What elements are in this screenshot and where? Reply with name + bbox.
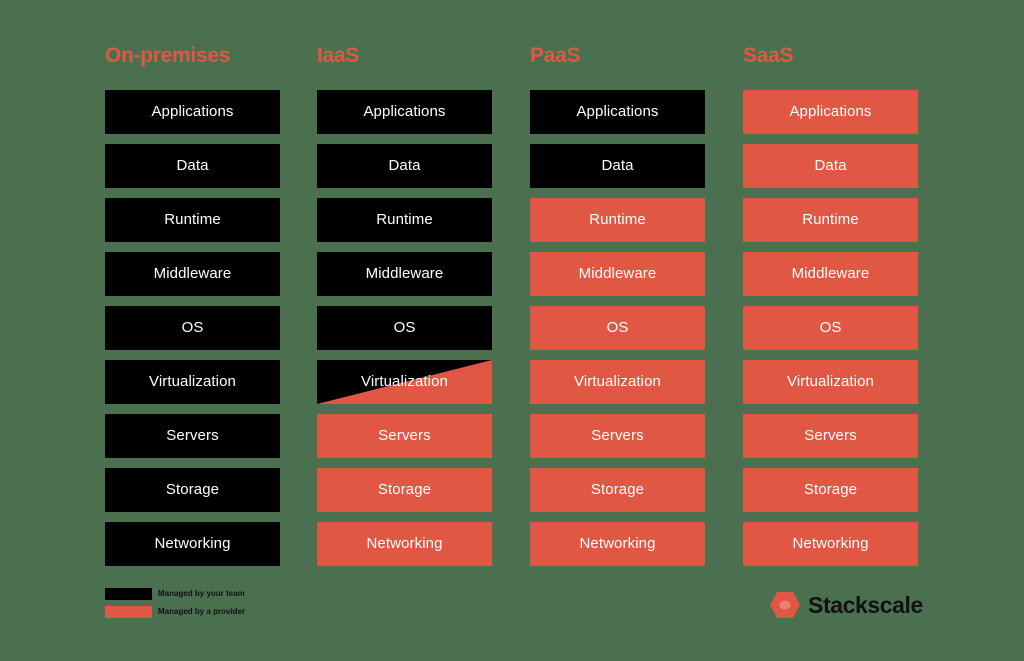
layer-label: Applications [789, 103, 872, 120]
layer-label: OS [181, 319, 204, 336]
layer-on-premises-virtualization: Virtualization [105, 360, 280, 404]
layer-label: Middleware [153, 265, 232, 282]
layer-stack-iaas: Applications Data Runtime Middleware OS Virtu… [317, 90, 492, 566]
layer-paas-data: Data [530, 144, 705, 188]
layer-label: Runtime [376, 211, 433, 228]
column-saas: SaaS Applications Data Runtime Middleware OS… [743, 44, 918, 566]
layer-iaas-runtime: Runtime [317, 198, 492, 242]
layer-label: Servers [591, 427, 644, 444]
layer-on-premises-os: OS [105, 306, 280, 350]
layer-label: Runtime [802, 211, 859, 228]
layer-paas-middleware: Middleware [530, 252, 705, 296]
layer-paas-runtime: Runtime [530, 198, 705, 242]
layer-label: Servers [378, 427, 431, 444]
layer-label: Runtime [589, 211, 646, 228]
layer-label: Applications [576, 103, 659, 120]
layer-iaas-servers: Servers [317, 414, 492, 458]
layer-saas-servers: Servers [743, 414, 918, 458]
legend-swatch-team [105, 587, 152, 600]
layer-on-premises-servers: Servers [105, 414, 280, 458]
layer-label: Servers [166, 427, 219, 444]
layer-label: Storage [377, 481, 432, 498]
layer-saas-networking: Networking [743, 522, 918, 566]
layer-label: OS [819, 319, 842, 336]
legend-swatch-provider [105, 605, 152, 618]
layer-saas-virtualization: Virtualization [743, 360, 918, 404]
layer-label: Virtualization [148, 373, 236, 390]
layer-iaas-virtualization: Virtualization [317, 360, 492, 404]
responsibility-diagram: On-premises Applications Data Runtime Middl… [0, 0, 1024, 661]
layer-label: Virtualization [786, 373, 874, 390]
stackscale-hexagon-icon [770, 592, 800, 618]
layer-label: Networking [154, 535, 231, 552]
layer-label: Storage [590, 481, 645, 498]
layer-label: Virtualization [573, 373, 661, 390]
layer-on-premises-middleware: Middleware [105, 252, 280, 296]
layer-iaas-storage: Storage [317, 468, 492, 512]
layer-saas-storage: Storage [743, 468, 918, 512]
layer-saas-middleware: Middleware [743, 252, 918, 296]
layer-paas-storage: Storage [530, 468, 705, 512]
layer-label: Storage [165, 481, 220, 498]
layer-label: Middleware [578, 265, 657, 282]
legend-item-team: Managed by your team [105, 587, 245, 600]
layer-label: Runtime [164, 211, 221, 228]
layer-label: Networking [366, 535, 443, 552]
layer-on-premises-storage: Storage [105, 468, 280, 512]
column-iaas: IaaS Applications Data Runtime Middleware OS… [317, 44, 492, 566]
layer-on-premises-networking: Networking [105, 522, 280, 566]
legend-label: Managed by your team [158, 588, 245, 598]
layer-stack-on-premises: Applications Data Runtime Middleware OS Virtu… [105, 90, 280, 566]
layer-label: Networking [579, 535, 656, 552]
column-title-saas: SaaS [743, 44, 794, 67]
layer-stack-saas: Applications Data Runtime Middleware OS Virtu… [743, 90, 918, 566]
column-title-paas: PaaS [530, 44, 581, 67]
layer-label: Virtualization [360, 373, 448, 390]
stackscale-logo: Stackscale [769, 590, 923, 620]
layer-saas-os: OS [743, 306, 918, 350]
layer-label: Middleware [791, 265, 870, 282]
legend-label: Managed by a provider [158, 606, 246, 616]
layer-label: Data [814, 157, 847, 174]
layer-iaas-data: Data [317, 144, 492, 188]
layer-label: OS [606, 319, 629, 336]
layer-on-premises-runtime: Runtime [105, 198, 280, 242]
layer-paas-servers: Servers [530, 414, 705, 458]
layer-label: Applications [363, 103, 446, 120]
layer-saas-runtime: Runtime [743, 198, 918, 242]
layer-saas-applications: Applications [743, 90, 918, 134]
layer-label: Middleware [365, 265, 444, 282]
layer-label: Data [388, 157, 421, 174]
column-title-iaas: IaaS [317, 44, 359, 67]
layer-iaas-os: OS [317, 306, 492, 350]
layer-paas-networking: Networking [530, 522, 705, 566]
column-title-on-premises: On-premises [105, 44, 231, 67]
layer-paas-virtualization: Virtualization [530, 360, 705, 404]
legend-item-provider: Managed by a provider [105, 605, 245, 618]
legend: Managed by your team Managed by a provide… [105, 587, 245, 618]
layer-iaas-networking: Networking [317, 522, 492, 566]
layer-label: Servers [804, 427, 857, 444]
layer-saas-data: Data [743, 144, 918, 188]
layer-on-premises-data: Data [105, 144, 280, 188]
layer-label: Networking [792, 535, 869, 552]
layer-paas-os: OS [530, 306, 705, 350]
layer-label: Storage [803, 481, 858, 498]
layer-label: OS [393, 319, 416, 336]
column-on-premises: On-premises Applications Data Runtime Middl… [105, 44, 280, 566]
column-paas: PaaS Applications Data Runtime Middleware OS… [530, 44, 705, 566]
layer-label: Applications [151, 103, 234, 120]
layer-iaas-applications: Applications [317, 90, 492, 134]
layer-paas-applications: Applications [530, 90, 705, 134]
stackscale-wordmark: Stackscale [808, 592, 923, 618]
layer-label: Data [176, 157, 209, 174]
layer-on-premises-applications: Applications [105, 90, 280, 134]
layer-label: Data [601, 157, 634, 174]
layer-stack-paas: Applications Data Runtime Middleware OS Virtu… [530, 90, 705, 566]
layer-iaas-middleware: Middleware [317, 252, 492, 296]
